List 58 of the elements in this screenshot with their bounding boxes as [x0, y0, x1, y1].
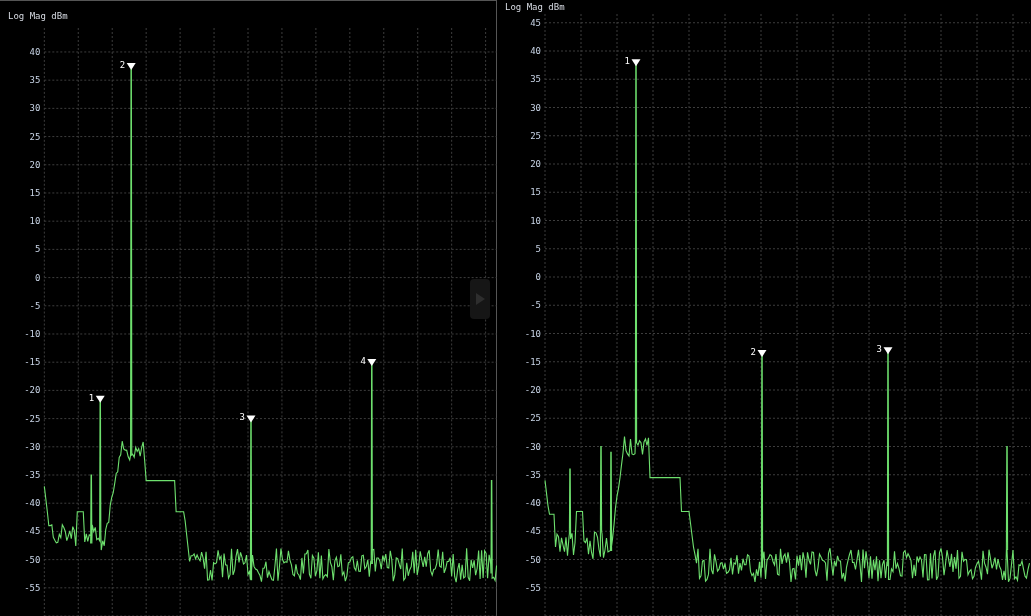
- axis-tick-label: -40: [24, 498, 41, 509]
- axis-tick-label: -10: [524, 328, 541, 339]
- axis-tick-label: 40: [29, 46, 41, 57]
- axis-tick-label: 20: [530, 159, 541, 169]
- marker-triangle-icon[interactable]: [95, 395, 105, 403]
- axis-tick-label: 10: [530, 215, 541, 226]
- axis-tick-label: -15: [24, 357, 41, 368]
- axis-tick-label: 35: [530, 74, 541, 85]
- marker-label: 1: [88, 392, 95, 403]
- axis-tick-label: -30: [24, 441, 41, 452]
- marker-label: 2: [119, 59, 126, 70]
- axis-tick-label: -40: [524, 498, 541, 508]
- axis-tick-label: 30: [29, 103, 41, 114]
- marker-triangle-icon[interactable]: [367, 359, 377, 366]
- axis-tick-label: 0: [535, 272, 541, 282]
- axis-tick-label: -20: [24, 385, 41, 396]
- axis-tick-label: -35: [24, 470, 41, 480]
- axis-tick-label: 0: [34, 272, 41, 283]
- marker-label: 3: [239, 412, 245, 423]
- panel-title: Log Mag dBm: [8, 11, 68, 21]
- axis-tick-label: -55: [524, 582, 541, 593]
- axis-tick-label: -50: [24, 554, 41, 565]
- axis-tick-label: 35: [29, 75, 41, 86]
- marker-label: 3: [876, 344, 882, 355]
- axis-tick-label: 15: [530, 187, 541, 198]
- axis-tick-label: -55: [24, 582, 41, 593]
- axis-tick-label: 25: [530, 130, 541, 141]
- axis-tick-label: -25: [24, 413, 41, 424]
- marker-label: 2: [750, 347, 756, 358]
- axis-tick-label: -20: [524, 385, 541, 395]
- axis-tick-label: -50: [524, 554, 541, 565]
- axis-tick-label: -45: [524, 526, 541, 537]
- axis-tick-label: 30: [530, 102, 541, 113]
- axis-tick-label: -5: [29, 300, 41, 311]
- axis-tick-label: -45: [24, 526, 41, 537]
- axis-tick-label: -5: [530, 300, 541, 311]
- axis-tick-label: 10: [29, 216, 41, 227]
- marker-triangle-icon[interactable]: [883, 347, 893, 355]
- axis-tick-label: 20: [29, 159, 41, 170]
- axis-tick-label: -15: [524, 356, 541, 367]
- axis-tick-label: -30: [524, 441, 541, 452]
- axis-tick-label: 45: [530, 17, 541, 28]
- marker-label: 1: [624, 56, 630, 67]
- axis-tick-label: 40: [530, 46, 541, 56]
- panel-title: Log Mag dBm: [505, 3, 565, 12]
- axis-tick-label: -35: [524, 469, 541, 480]
- marker-triangle-icon[interactable]: [631, 59, 641, 67]
- play-icon: [475, 293, 485, 305]
- axis-tick-label: 5: [34, 244, 41, 255]
- marker-label: 4: [360, 356, 366, 366]
- marker-triangle-icon[interactable]: [757, 350, 767, 358]
- marker-triangle-icon[interactable]: [246, 415, 256, 423]
- marker-triangle-icon[interactable]: [126, 62, 136, 70]
- axis-tick-label: 15: [29, 187, 41, 198]
- axis-tick-label: -10: [24, 328, 41, 339]
- axis-tick-label: 5: [535, 243, 541, 254]
- axis-tick-label: -25: [524, 413, 541, 424]
- axis-tick-label: 25: [29, 131, 41, 142]
